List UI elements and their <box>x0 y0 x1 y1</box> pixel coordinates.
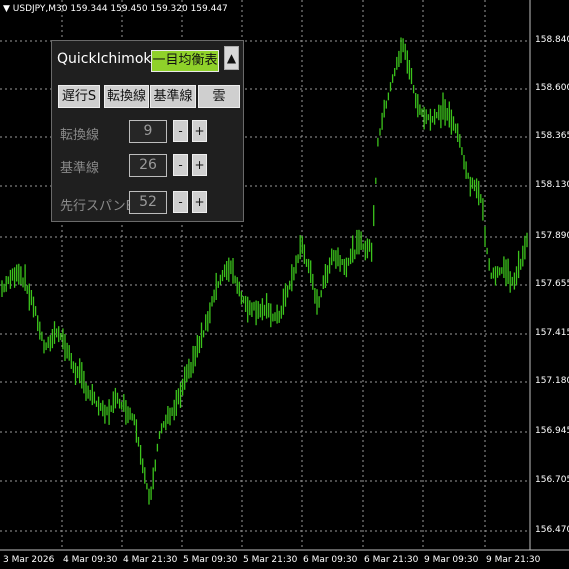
kijun-decrement-button[interactable]: - <box>173 154 188 176</box>
tenkan-period-input[interactable]: 9 <box>129 120 167 143</box>
price-tick-label: 158.130 <box>535 180 569 190</box>
ichimoku-toggle-button[interactable]: 一目均衡表 <box>151 50 219 72</box>
time-tick-label: 5 Mar 21:30 <box>243 555 298 565</box>
time-tick-label: 9 Mar 21:30 <box>486 555 541 565</box>
time-tick-label: 5 Mar 09:30 <box>183 555 238 565</box>
price-tick-label: 158.840 <box>535 35 569 45</box>
chikou-span-button[interactable]: 遅行S <box>58 85 100 108</box>
senkou-b-decrement-button[interactable]: - <box>173 191 188 213</box>
price-tick-label: 157.655 <box>535 279 569 289</box>
kijun-increment-button[interactable]: + <box>192 154 207 176</box>
price-tick-label: 156.470 <box>535 525 569 535</box>
tenkan-sen-button[interactable]: 転換線 <box>104 85 149 108</box>
price-tick-label: 157.890 <box>535 231 569 241</box>
price-tick-label: 156.705 <box>535 475 569 485</box>
collapse-arrow-icon[interactable]: ▲ <box>224 46 239 70</box>
time-tick-label: 9 Mar 09:30 <box>424 555 479 565</box>
price-tick-label: 158.600 <box>535 83 569 93</box>
time-tick-label: 6 Mar 09:30 <box>303 555 358 565</box>
senkou-b-increment-button[interactable]: + <box>192 191 207 213</box>
price-tick-label: 157.415 <box>535 328 569 338</box>
quick-ichimoku-panel: QuickIchimoku 一目均衡表 ▲ 遅行S 転換線 基準線 雲 転換線 … <box>51 40 244 222</box>
kumo-cloud-button[interactable]: 雲 <box>198 85 240 108</box>
time-tick-label: 3 Mar 2026 <box>3 555 55 565</box>
tenkan-decrement-button[interactable]: - <box>173 120 188 142</box>
time-tick-label: 4 Mar 09:30 <box>63 555 118 565</box>
price-tick-label: 157.180 <box>535 376 569 386</box>
kijun-sen-button[interactable]: 基準線 <box>150 85 196 108</box>
tenkan-period-label: 転換線 <box>60 128 100 143</box>
time-tick-label: 6 Mar 21:30 <box>364 555 419 565</box>
tenkan-increment-button[interactable]: + <box>192 120 207 142</box>
time-tick-label: 4 Mar 21:30 <box>123 555 178 565</box>
senkou-b-period-label: 先行スパンB <box>60 199 135 214</box>
kijun-period-input[interactable]: 26 <box>129 154 167 177</box>
panel-title: QuickIchimoku <box>57 51 160 67</box>
symbol-header: ▼ USDJPY,M30 159.344 159.450 159.320 159… <box>3 4 228 14</box>
price-tick-label: 156.945 <box>535 426 569 436</box>
kijun-period-label: 基準線 <box>60 161 100 176</box>
price-tick-label: 158.365 <box>535 131 569 141</box>
senkou-b-period-input[interactable]: 52 <box>129 191 167 214</box>
